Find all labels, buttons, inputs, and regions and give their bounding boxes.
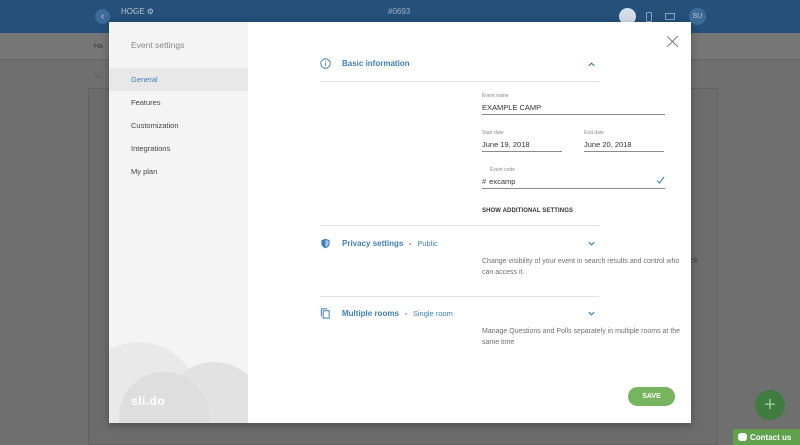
show-additional-settings-link[interactable]: SHOW ADDITIONAL SETTINGS bbox=[482, 208, 573, 214]
privacy-header[interactable]: Privacy settings Public bbox=[320, 238, 438, 249]
save-button[interactable]: SAVE bbox=[628, 387, 675, 406]
end-date-input[interactable]: June 20, 2018 bbox=[584, 139, 664, 152]
event-code-label: Event code bbox=[490, 167, 516, 173]
separator-dot bbox=[404, 312, 407, 315]
start-date-label: Start date bbox=[482, 130, 504, 136]
privacy-value: Public bbox=[417, 239, 438, 248]
sidebar-item-customization[interactable]: Customization bbox=[109, 114, 248, 137]
start-date-input[interactable]: June 19, 2018 bbox=[482, 139, 562, 152]
event-name-label: Event name bbox=[482, 93, 509, 99]
event-name-input[interactable]: EXAMPLE CAMP bbox=[482, 102, 665, 115]
add-fab-button[interactable]: + bbox=[755, 390, 785, 420]
chat-icon bbox=[738, 433, 747, 441]
separator-dot bbox=[409, 242, 412, 245]
event-code-header: #0693 bbox=[388, 7, 411, 16]
avatar[interactable]: SU bbox=[689, 8, 706, 25]
rooms-value: Single room bbox=[412, 309, 453, 318]
event-settings-modal: Event settings General Features Customiz… bbox=[109, 22, 691, 423]
settings-content: Basic information Event name EXAMPLE CAM… bbox=[248, 22, 691, 423]
settings-sidebar: Event settings General Features Customiz… bbox=[109, 22, 248, 423]
sidebar-item-my-plan[interactable]: My plan bbox=[109, 160, 248, 183]
event-code-field[interactable]: Event code # excamp bbox=[482, 167, 665, 189]
divider bbox=[320, 225, 599, 226]
sidebar-item-general[interactable]: General bbox=[109, 68, 248, 91]
subnav-tab[interactable]: Ha bbox=[94, 43, 103, 50]
rooms-header[interactable]: Multiple rooms Single room bbox=[320, 308, 453, 319]
divider bbox=[320, 296, 599, 297]
sidebar-item-integrations[interactable]: Integrations bbox=[109, 137, 248, 160]
chevron-down-icon[interactable] bbox=[587, 239, 596, 248]
privacy-description: Change visibility of your event in searc… bbox=[482, 258, 680, 276]
sidebar-title: Event settings bbox=[131, 40, 185, 50]
mobile-icon[interactable] bbox=[646, 12, 652, 22]
close-icon[interactable] bbox=[666, 35, 679, 48]
privacy-title: Privacy settings bbox=[342, 239, 404, 248]
list-label: Li bbox=[95, 73, 101, 80]
info-icon bbox=[320, 58, 331, 69]
event-name-header[interactable]: HOGE ⚙ bbox=[121, 7, 154, 16]
sidebar-item-features[interactable]: Features bbox=[109, 91, 248, 114]
contact-us-button[interactable]: Contact us bbox=[733, 429, 800, 445]
hash-icon: # bbox=[482, 176, 487, 186]
contact-us-label: Contact us bbox=[750, 432, 792, 442]
event-code-input[interactable]: # excamp bbox=[482, 176, 665, 189]
event-name-field[interactable]: Event name EXAMPLE CAMP bbox=[482, 93, 665, 115]
basic-info-header[interactable]: Basic information bbox=[320, 58, 410, 69]
check-icon bbox=[656, 176, 665, 184]
copy-icon bbox=[320, 308, 330, 319]
monitor-icon[interactable] bbox=[665, 13, 675, 20]
back-arrow-icon[interactable]: ‹ bbox=[95, 9, 110, 24]
divider bbox=[320, 81, 599, 82]
start-date-field[interactable]: Start date June 19, 2018 bbox=[482, 130, 562, 152]
end-date-field[interactable]: End date June 20, 2018 bbox=[584, 130, 664, 152]
rooms-description: Manage Questions and Polls separately in… bbox=[482, 328, 681, 346]
brand-logo: sli.do bbox=[131, 394, 166, 408]
shield-icon bbox=[321, 238, 330, 249]
event-code-value: excamp bbox=[489, 176, 516, 186]
basic-info-title: Basic information bbox=[342, 59, 410, 68]
chevron-down-icon[interactable] bbox=[587, 309, 596, 318]
rooms-title: Multiple rooms bbox=[342, 309, 399, 318]
chevron-up-icon[interactable] bbox=[587, 60, 596, 69]
end-date-label: End date bbox=[584, 130, 605, 136]
settings-nav: General Features Customization Integrati… bbox=[109, 68, 248, 183]
